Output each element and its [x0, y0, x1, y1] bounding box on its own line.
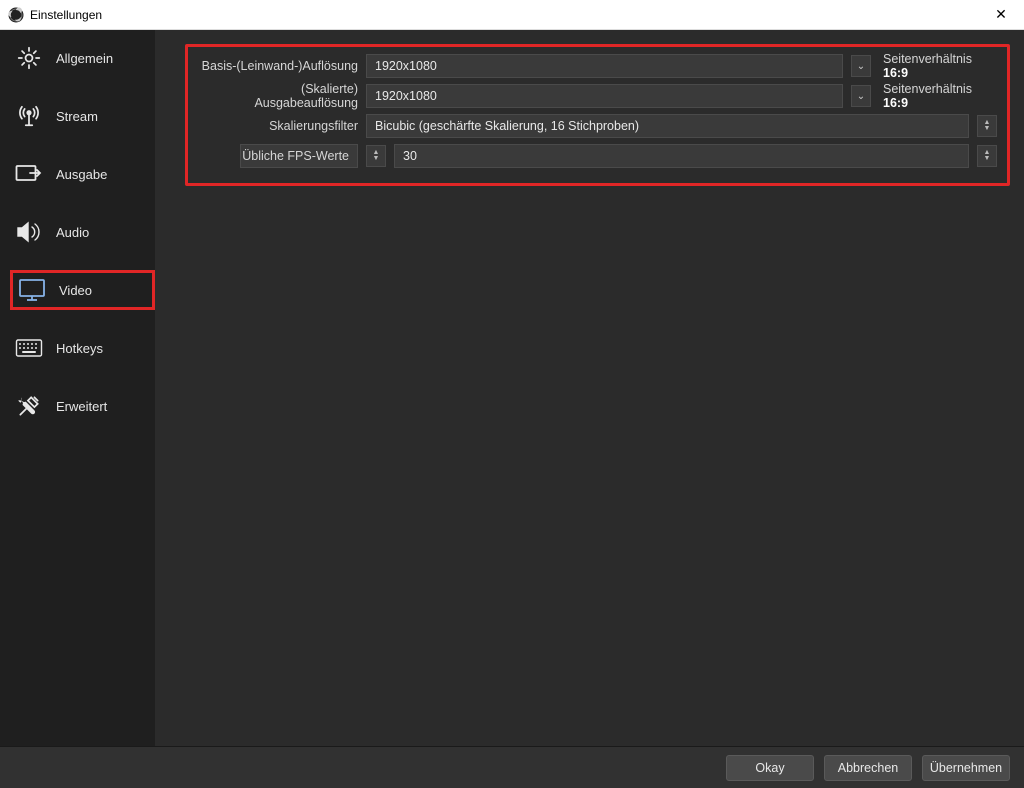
dialog-button-bar: Okay Abbrechen Übernehmen	[0, 746, 1024, 788]
chevron-down-icon: ▼	[984, 126, 991, 132]
fps-type-select[interactable]: Übliche FPS-Werte	[240, 144, 358, 168]
sidebar-item-hotkeys[interactable]: Hotkeys	[10, 328, 155, 368]
downscale-filter-value: Bicubic (geschärfte Skalierung, 16 Stich…	[375, 119, 639, 133]
sidebar-item-label: Hotkeys	[56, 341, 103, 356]
sidebar-item-advanced[interactable]: Erweitert	[10, 386, 155, 426]
output-resolution-label: (Skalierte) Ausgabeauflösung	[198, 82, 358, 110]
fps-value-stepper[interactable]: ▲ ▼	[977, 145, 997, 167]
window-close-button[interactable]: ✕	[986, 0, 1016, 30]
chevron-down-icon: ▼	[984, 156, 991, 162]
ok-button[interactable]: Okay	[726, 755, 814, 781]
chevron-down-icon: ⌄	[857, 91, 865, 102]
window-title: Einstellungen	[30, 8, 102, 22]
monitor-icon	[17, 276, 47, 304]
obs-logo-icon	[8, 7, 24, 23]
video-settings-highlight: Basis-(Leinwand-)Auflösung 1920x1080 ⌄ S…	[185, 44, 1010, 186]
speaker-icon	[14, 218, 44, 246]
fps-value-select[interactable]: 30	[394, 144, 969, 168]
output-resolution-value: 1920x1080	[375, 89, 437, 103]
main-panel: Basis-(Leinwand-)Auflösung 1920x1080 ⌄ S…	[155, 30, 1024, 746]
sidebar-item-label: Audio	[56, 225, 89, 240]
output-resolution-row: (Skalierte) Ausgabeauflösung 1920x1080 ⌄…	[198, 83, 997, 109]
sidebar-item-label: Ausgabe	[56, 167, 107, 182]
output-icon	[14, 160, 44, 188]
downscale-filter-row: Skalierungsfilter Bicubic (geschärfte Sk…	[198, 113, 997, 139]
settings-window: Einstellungen ✕ Allgemein	[0, 0, 1024, 788]
fps-row: Übliche FPS-Werte ▲ ▼ 30 ▲ ▼	[198, 143, 997, 169]
apply-button[interactable]: Übernehmen	[922, 755, 1010, 781]
antenna-icon	[14, 102, 44, 130]
sidebar-item-audio[interactable]: Audio	[10, 212, 155, 252]
chevron-down-icon: ▼	[373, 156, 380, 162]
tools-icon	[14, 392, 44, 420]
base-aspect-ratio: Seitenverhältnis 16:9	[879, 52, 997, 80]
downscale-filter-label: Skalierungsfilter	[198, 119, 358, 133]
output-resolution-dropdown-button[interactable]: ⌄	[851, 85, 871, 107]
downscale-filter-select[interactable]: Bicubic (geschärfte Skalierung, 16 Stich…	[366, 114, 969, 138]
output-aspect-ratio: Seitenverhältnis 16:9	[879, 82, 997, 110]
fps-type-label: Übliche FPS-Werte	[242, 149, 349, 163]
output-resolution-select[interactable]: 1920x1080	[366, 84, 843, 108]
sidebar-item-output[interactable]: Ausgabe	[10, 154, 155, 194]
gear-icon	[14, 44, 44, 72]
sidebar-item-video[interactable]: Video	[10, 270, 155, 310]
base-resolution-row: Basis-(Leinwand-)Auflösung 1920x1080 ⌄ S…	[198, 53, 997, 79]
cancel-button[interactable]: Abbrechen	[824, 755, 912, 781]
close-icon: ✕	[995, 6, 1007, 23]
sidebar-item-stream[interactable]: Stream	[10, 96, 155, 136]
sidebar-item-label: Erweitert	[56, 399, 107, 414]
sidebar-item-label: Allgemein	[56, 51, 113, 66]
fps-value: 30	[403, 149, 417, 163]
sidebar-item-label: Video	[59, 283, 92, 298]
sidebar: Allgemein Stream	[0, 30, 155, 746]
content-area: Allgemein Stream	[0, 30, 1024, 746]
chevron-down-icon: ⌄	[857, 61, 865, 72]
base-resolution-select[interactable]: 1920x1080	[366, 54, 843, 78]
sidebar-item-general[interactable]: Allgemein	[10, 38, 155, 78]
base-resolution-value: 1920x1080	[375, 59, 437, 73]
base-resolution-dropdown-button[interactable]: ⌄	[851, 55, 871, 77]
titlebar: Einstellungen ✕	[0, 0, 1024, 30]
base-resolution-label: Basis-(Leinwand-)Auflösung	[198, 59, 358, 73]
keyboard-icon	[14, 334, 44, 362]
fps-type-stepper[interactable]: ▲ ▼	[366, 145, 386, 167]
sidebar-item-label: Stream	[56, 109, 98, 124]
downscale-filter-stepper[interactable]: ▲ ▼	[977, 115, 997, 137]
